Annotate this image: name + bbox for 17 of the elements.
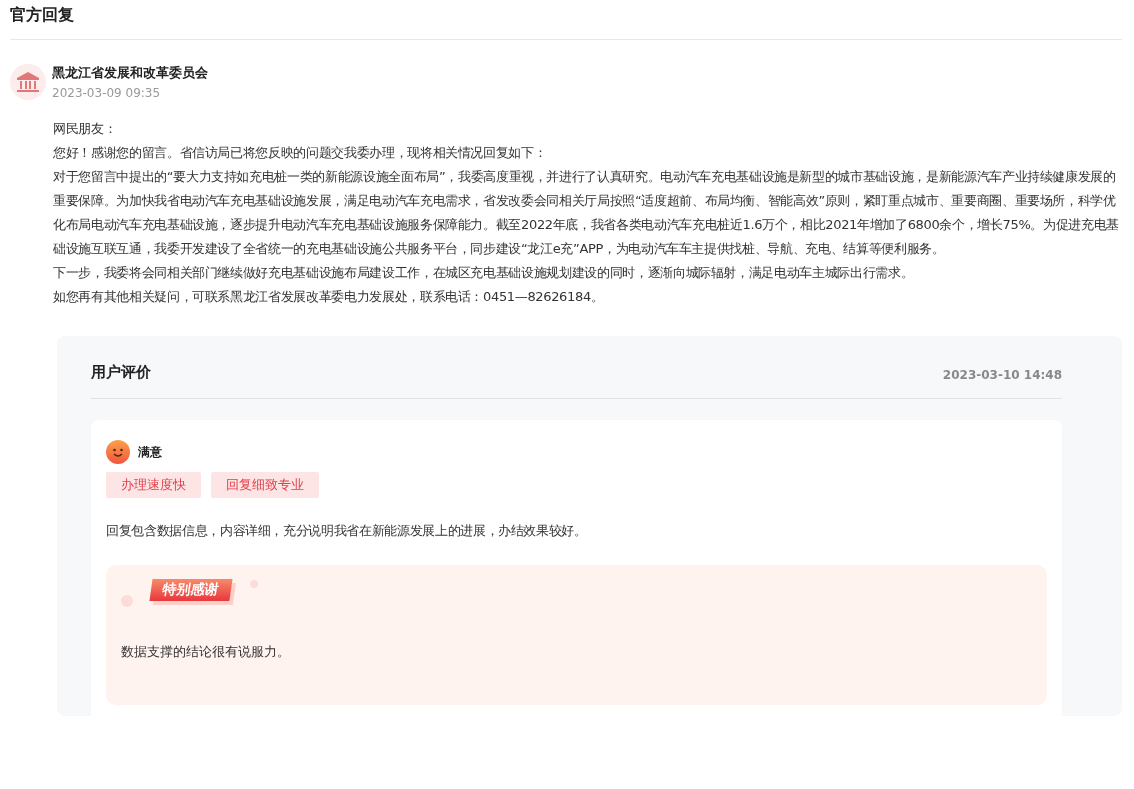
evaluation-date: 2023-03-10 14:48 <box>942 367 1062 382</box>
reply-paragraph: 下一步，我委将会同相关部门继续做好充电基础设施布局建设工作，在城区充电基础设施规划建设的同时，逐渐向城际辐射，满足电动车主城际出行需求。 <box>53 264 915 282</box>
section-title: 官方回复 <box>10 4 74 26</box>
smiley-icon <box>106 440 130 464</box>
tag: 办理速度快 <box>106 472 201 498</box>
organization-name: 黑龙江省发展和改革委员会 <box>52 64 208 82</box>
reply-paragraph: 网民朋友： <box>53 120 118 138</box>
reply-paragraph: 您好！感谢您的留言。省信访局已将您反映的问题交我委办理，现将相关情况回复如下： <box>53 144 548 162</box>
evaluation-title: 用户评价 <box>91 362 151 382</box>
rating-label: 满意 <box>138 443 162 461</box>
reply-paragraph: 对于您留言中提出的“要大力支持如充电桩一类的新能源设施全面布局”，我委高度重视，并进行了认真研究。电动汽车充电基础设施是新型的城市基础设施，是新能源汽车产业持续健康发展的重要保障。为加快我省电动汽车充电基础设施发展，满足电动汽车充电需求，省发改委会同相关厅局按照“适度超前、布局均衡、智能高效”原则，紧盯重点城市、重要商圈、重要场所，科学优化布局电动汽车充电基础设施，逐步提升电动汽车充电基础设施服务保障能力。截至2022年底，我省各类电动汽车充电桩近1.6万个，相比2021年增加了6800余个，增长75%。为促进充电基础设施互联互通，我委开发建设了全省统一的充电基础设施公共服务平台，同步建设“龙江e充”APP，为电动汽车车主提供找桩、导航、充电、结算等便利服务。 <box>53 168 1120 258</box>
building-icon <box>17 72 39 92</box>
tag: 回复细致专业 <box>211 472 319 498</box>
thanks-text: 数据支撑的结论很有说服力。 <box>121 643 291 661</box>
reply-paragraph: 如您再有其他相关疑问，可联系黑龙江省发展改革委电力发展处，联系电话：0451—82626184。 <box>53 288 605 306</box>
evaluation-comment: 回复包含数据信息，内容详细，充分说明我省在新能源发展上的进展，办结效果较好。 <box>106 522 588 540</box>
reply-date: 2023-03-09 09:35 <box>52 86 162 100</box>
